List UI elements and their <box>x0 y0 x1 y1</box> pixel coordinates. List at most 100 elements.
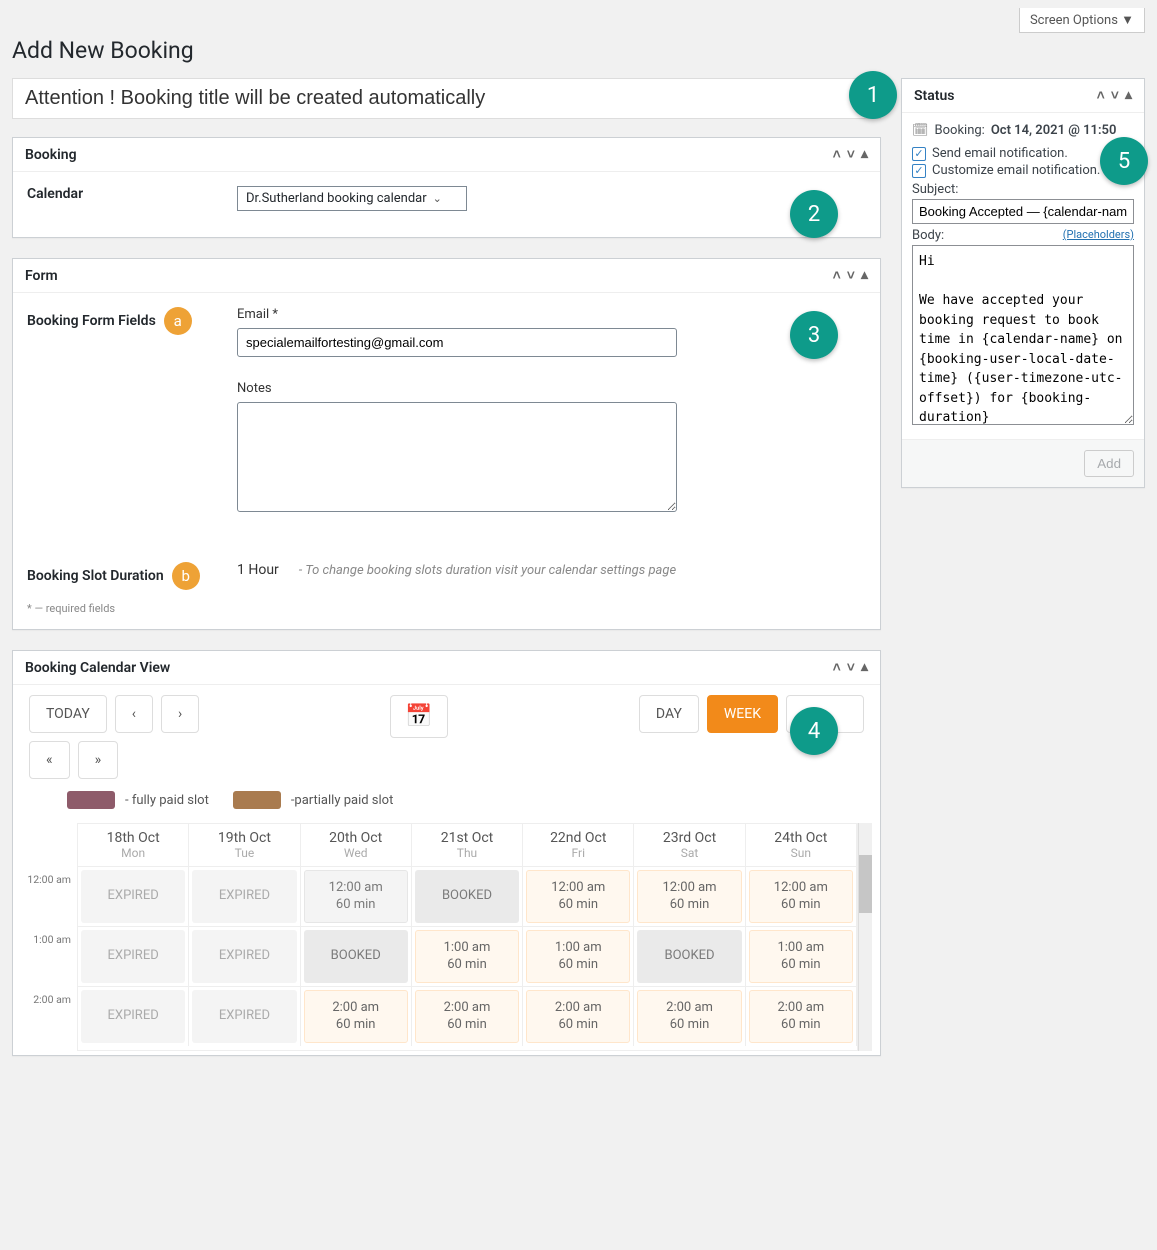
collapse-icon[interactable]: ▴ <box>1125 87 1132 104</box>
slot-duration-hint: - To change booking slots duration visit… <box>299 563 676 578</box>
notes-field-label: Notes <box>237 381 677 396</box>
calendar-day-header: 18th OctMon <box>78 824 189 866</box>
calendar-slot[interactable]: 1:00 am60 min <box>415 930 519 983</box>
calendar-day-header: 22nd OctFri <box>523 824 634 866</box>
placeholders-link[interactable]: (Placeholders) <box>1063 228 1134 241</box>
annotation-3: 3 <box>790 311 838 359</box>
calendar-day-header: 20th OctWed <box>301 824 412 866</box>
prev-button[interactable]: ‹ <box>115 695 153 733</box>
chevron-down-icon[interactable]: ˅ <box>847 659 855 676</box>
chevron-up-icon[interactable]: ˄ <box>1097 87 1105 104</box>
calendar-slot: BOOKED <box>304 930 408 983</box>
notes-field[interactable] <box>237 402 677 512</box>
prev-fast-button[interactable]: « <box>29 741 70 779</box>
week-view-button[interactable]: WEEK <box>707 695 778 733</box>
calendar-slot[interactable]: 1:00 am60 min <box>749 930 853 983</box>
form-panel: Form ˄ ˅ ▴ Booking Form Fields a Email * <box>12 258 881 630</box>
time-label: 1:00 am <box>21 931 77 991</box>
calendar-slot: EXPIRED <box>192 870 296 923</box>
chevron-down-icon: ⌄ <box>433 192 442 205</box>
email-field-label: Email * <box>237 307 677 322</box>
booking-date-label: Booking: <box>935 123 985 138</box>
slot-duration-label: Booking Slot Duration b <box>27 562 217 590</box>
required-fields-note: * — required fields <box>27 602 866 615</box>
calendar-slot: BOOKED <box>415 870 519 923</box>
legend-partial-swatch <box>233 791 281 809</box>
calendar-day-header: 21st OctThu <box>412 824 523 866</box>
collapse-icon[interactable]: ▴ <box>861 267 868 284</box>
calendar-select-value: Dr.Sutherland booking calendar <box>246 191 427 206</box>
annotation-b: b <box>172 562 200 590</box>
body-label: Body: <box>912 228 944 243</box>
calendar-slot[interactable]: 2:00 am60 min <box>304 990 408 1043</box>
today-button[interactable]: TODAY <box>29 695 107 733</box>
calendar-day-header: 23rd OctSat <box>634 824 745 866</box>
screen-options-button[interactable]: Screen Options ▼ <box>1019 8 1145 33</box>
customize-email-checkbox[interactable]: ✓ <box>912 164 926 178</box>
calendar-slot[interactable]: 2:00 am60 min <box>526 990 630 1043</box>
legend-partial: -partially paid slot <box>233 791 394 809</box>
slot-duration-value: 1 Hour <box>237 562 279 578</box>
subject-input[interactable] <box>912 199 1134 224</box>
day-view-button[interactable]: DAY <box>639 695 699 733</box>
collapse-icon[interactable]: ▴ <box>861 146 868 163</box>
calendar-slot: EXPIRED <box>81 870 185 923</box>
calendar-label: Calendar <box>27 186 217 202</box>
calendar-select[interactable]: Dr.Sutherland booking calendar ⌄ <box>237 186 467 211</box>
next-button[interactable]: › <box>161 695 199 733</box>
annotation-5: 5 <box>1100 137 1148 185</box>
booking-panel-title: Booking <box>25 147 77 163</box>
time-label: 12:00 am <box>21 871 77 931</box>
chevron-down-icon[interactable]: ˅ <box>847 267 855 284</box>
next-fast-button[interactable]: » <box>78 741 119 779</box>
email-field[interactable] <box>237 328 677 357</box>
legend-full: - fully paid slot <box>67 791 209 809</box>
calendar-icon: 📅 <box>405 704 432 729</box>
calendar-slot: EXPIRED <box>192 930 296 983</box>
calendar-slot: EXPIRED <box>81 990 185 1043</box>
annotation-2: 2 <box>790 190 838 238</box>
calendar-icon: 🗓 <box>912 123 929 138</box>
chevron-down-icon[interactable]: ˅ <box>847 146 855 163</box>
status-panel: Status ˄ ˅ ▴ 🗓 Booking: Oct 14, 2021 @ 1… <box>901 78 1145 488</box>
calendar-slot: EXPIRED <box>192 990 296 1043</box>
customize-email-label: Customize email notification. <box>932 163 1100 178</box>
calendar-day-header: 19th OctTue <box>189 824 300 866</box>
chevron-up-icon[interactable]: ˄ <box>833 659 841 676</box>
calendar-view-panel: Booking Calendar View ˄ ˅ ▴ TODAY ‹ › « <box>12 650 881 1056</box>
booking-title-input[interactable] <box>12 78 881 119</box>
chevron-up-icon[interactable]: ˄ <box>833 146 841 163</box>
calendar-slot[interactable]: 2:00 am60 min <box>749 990 853 1043</box>
datepicker-button[interactable]: 📅 <box>390 695 447 738</box>
calendar-slot[interactable]: 12:00 am60 min <box>526 870 630 923</box>
subject-label: Subject: <box>912 182 1134 197</box>
add-button[interactable]: Add <box>1084 450 1134 477</box>
calendar-slot: EXPIRED <box>81 930 185 983</box>
calendar-slot[interactable]: 2:00 am60 min <box>415 990 519 1043</box>
booking-panel: Booking ˄ ˅ ▴ Calendar Dr.Sutherland boo… <box>12 137 881 238</box>
send-email-checkbox[interactable]: ✓ <box>912 147 926 161</box>
calendar-slot[interactable]: 12:00 am60 min <box>749 870 853 923</box>
body-textarea[interactable] <box>912 245 1134 425</box>
chevron-up-icon[interactable]: ˄ <box>833 267 841 284</box>
form-panel-title: Form <box>25 268 58 284</box>
booking-date-value: Oct 14, 2021 @ 11:50 <box>991 123 1117 138</box>
calendar-scrollbar[interactable] <box>858 823 872 1051</box>
calendar-slot[interactable]: 12:00 am60 min <box>304 870 408 923</box>
annotation-a: a <box>164 307 192 335</box>
time-label: 2:00 am <box>21 991 77 1051</box>
annotation-1: 1 <box>849 71 897 119</box>
calendar-slot[interactable]: 2:00 am60 min <box>637 990 741 1043</box>
calendar-slot[interactable]: 12:00 am60 min <box>637 870 741 923</box>
collapse-icon[interactable]: ▴ <box>861 659 868 676</box>
chevron-down-icon[interactable]: ˅ <box>1111 87 1119 104</box>
send-email-label: Send email notification. <box>932 146 1068 161</box>
calendar-slot[interactable]: 1:00 am60 min <box>526 930 630 983</box>
form-fields-label: Booking Form Fields a <box>27 307 217 335</box>
calendar-day-header: 24th OctSun <box>746 824 857 866</box>
calendar-view-title: Booking Calendar View <box>25 660 170 676</box>
status-panel-title: Status <box>914 88 954 104</box>
annotation-4: 4 <box>790 707 838 755</box>
page-title: Add New Booking <box>12 37 1145 64</box>
legend-full-swatch <box>67 791 115 809</box>
